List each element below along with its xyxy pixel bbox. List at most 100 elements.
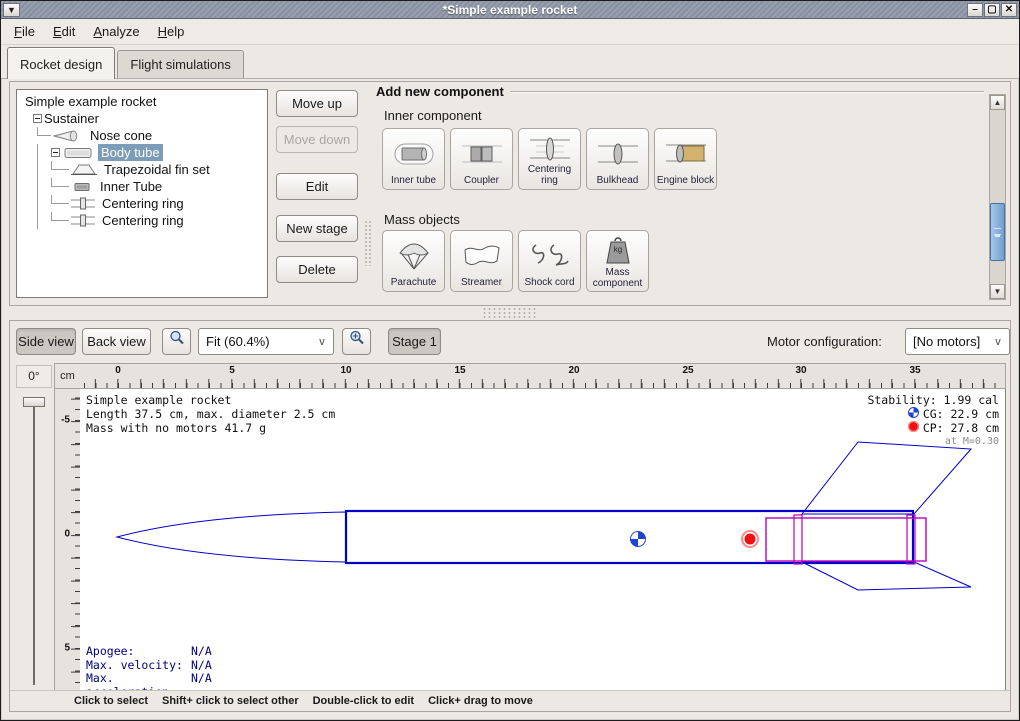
scroll-up-icon[interactable]: ▲	[990, 95, 1005, 110]
fin-top[interactable]	[802, 442, 971, 514]
tree-row-sustainer[interactable]: Sustainer	[17, 110, 267, 127]
collapse-icon[interactable]	[33, 114, 42, 123]
tab-rocket-design[interactable]: Rocket design	[7, 47, 115, 79]
stability-value: Stability: 1.99 cal	[867, 393, 999, 407]
side-view-button[interactable]: Side view	[16, 328, 76, 355]
parachute-button[interactable]: Parachute	[382, 230, 445, 292]
back-view-button[interactable]: Back view	[82, 328, 151, 355]
motor-configuration-label: Motor configuration:	[767, 334, 882, 349]
mass-component-button[interactable]: kg Mass component	[586, 230, 649, 292]
rotation-slider-thumb[interactable]	[23, 397, 45, 407]
delete-button[interactable]: Delete	[276, 256, 358, 283]
scrollbar-thumb[interactable]	[990, 203, 1005, 261]
fin-bottom[interactable]	[802, 562, 971, 590]
close-button[interactable]: ✕	[1001, 3, 1017, 17]
ruler-tick-label: 15	[454, 365, 465, 376]
rocket-canvas[interactable]: Simple example rocket Length 37.5 cm, ma…	[80, 389, 1006, 691]
component-button-label: Shock cord	[524, 277, 574, 288]
title-bar: ▼ *Simple example rocket – ▢ ✕	[1, 1, 1019, 19]
tree-row-centering-ring-2[interactable]: Centering ring	[17, 212, 267, 229]
menu-analyze[interactable]: Analyze	[84, 20, 148, 43]
centering-ring-shape[interactable]	[794, 515, 802, 564]
ruler-tick-label: 20	[568, 365, 579, 376]
tree-row-fin-set[interactable]: Trapezoidal fin set	[17, 161, 267, 178]
shock-cord-button[interactable]: Shock cord	[518, 230, 581, 292]
maximize-button[interactable]: ▢	[984, 3, 1000, 17]
tree-row-inner-tube[interactable]: Inner Tube	[17, 178, 267, 195]
component-button-label: Bulkhead	[597, 175, 639, 186]
kg-glyph: kg	[613, 245, 621, 254]
streamer-button[interactable]: Streamer	[450, 230, 513, 292]
tree-label: Inner Tube	[97, 178, 165, 195]
nose-cone-shape[interactable]	[117, 512, 346, 562]
view-toolbar: Side view Back view Fit (60.4%) v Stage	[10, 321, 1010, 361]
body-tube-shape[interactable]	[346, 511, 913, 563]
menu-help-rest: elp	[167, 24, 184, 39]
apogee-label: Apogee:	[86, 645, 191, 659]
centering-ring-button[interactable]: Centering ring	[518, 128, 581, 190]
main-tabs: Rocket design Flight simulations	[1, 45, 1019, 79]
menu-edit-rest: dit	[62, 24, 76, 39]
menu-bar: File Edit Analyze Help	[1, 19, 1019, 45]
menu-edit-mnemonic: E	[53, 24, 62, 39]
chevron-down-icon: v	[987, 336, 1009, 348]
stability-block: Stability: 1.99 cal CG: 22.9 cm CP: 27.	[867, 393, 999, 449]
inner-tube-button[interactable]: Inner tube	[382, 128, 445, 190]
coupler-button[interactable]: Coupler	[450, 128, 513, 190]
design-viewport: 0° cm 0 5 10 15 20 25 30 35 -5	[14, 363, 1006, 691]
tree-row-centering-ring-1[interactable]: Centering ring	[17, 195, 267, 212]
zoom-out-button[interactable]	[162, 328, 191, 355]
minimize-button[interactable]: –	[967, 3, 983, 17]
new-stage-button[interactable]: New stage	[276, 215, 358, 242]
menu-analyze-rest: nalyze	[102, 24, 140, 39]
component-panel-scrollbar[interactable]: ▲ ▼	[989, 94, 1006, 300]
nose-cone-icon	[53, 129, 83, 143]
zoom-in-button[interactable]	[342, 328, 371, 355]
hint-click-drag: Click+ drag to move	[428, 695, 533, 707]
inner-component-label: Inner component	[384, 108, 482, 123]
chevron-down-icon: v	[311, 336, 333, 348]
max-acceleration-value: N/A	[191, 672, 212, 691]
window-menu-button[interactable]: ▼	[3, 3, 20, 17]
tree-row-body-tube[interactable]: Body tube	[17, 144, 267, 161]
tree-row-rocket[interactable]: Simple example rocket	[17, 93, 267, 110]
ruler-tick-label: 30	[795, 365, 806, 376]
vertical-splitter-handle[interactable]	[364, 220, 372, 266]
motor-configuration-value: [No motors]	[906, 334, 987, 349]
menu-edit[interactable]: Edit	[44, 20, 84, 43]
group-border-line	[510, 91, 984, 92]
menu-analyze-mnemonic: A	[93, 24, 102, 39]
zoom-level-select[interactable]: Fit (60.4%) v	[198, 328, 334, 355]
menu-file-mnemonic: F	[14, 24, 22, 39]
move-up-button[interactable]: Move up	[276, 90, 358, 117]
add-component-group: Add new component Inner component Inner …	[376, 84, 1006, 303]
tree-label: Trapezoidal fin set	[101, 161, 213, 178]
scroll-down-icon[interactable]: ▼	[990, 284, 1005, 299]
parachute-icon	[394, 235, 434, 277]
ruler-tick-label: 5	[229, 365, 235, 376]
ruler-tick-label: 0	[115, 365, 121, 376]
menu-help[interactable]: Help	[149, 20, 194, 43]
ruler-tick-label: 25	[682, 365, 693, 376]
shock-cord-icon	[528, 235, 572, 277]
zoom-level-value: Fit (60.4%)	[199, 334, 311, 349]
rotation-slider[interactable]	[33, 399, 35, 685]
horizontal-splitter-handle[interactable]	[482, 307, 538, 320]
stage-1-toggle[interactable]: Stage 1	[388, 328, 441, 355]
tree-row-nose-cone[interactable]: Nose cone	[17, 127, 267, 144]
tab-flight-simulations[interactable]: Flight simulations	[117, 50, 243, 78]
menu-file-rest: ile	[22, 24, 35, 39]
status-bar: Click to select Shift+ click to select o…	[10, 690, 1010, 711]
inner-tube-shape[interactable]	[766, 518, 926, 561]
menu-file[interactable]: File	[5, 20, 44, 43]
edit-button[interactable]: Edit	[276, 173, 358, 200]
body-tube-icon	[64, 146, 94, 160]
collapse-icon[interactable]	[51, 148, 60, 157]
cg-legend-icon	[908, 407, 919, 421]
engine-block-button[interactable]: Engine block	[654, 128, 717, 190]
engine-block-icon	[664, 133, 708, 175]
centering-ring-icon	[528, 133, 572, 164]
motor-configuration-select[interactable]: [No motors] v	[905, 328, 1010, 355]
bulkhead-button[interactable]: Bulkhead	[586, 128, 649, 190]
horizontal-ruler: 0 5 10 15 20 25 30 35	[80, 363, 1006, 389]
